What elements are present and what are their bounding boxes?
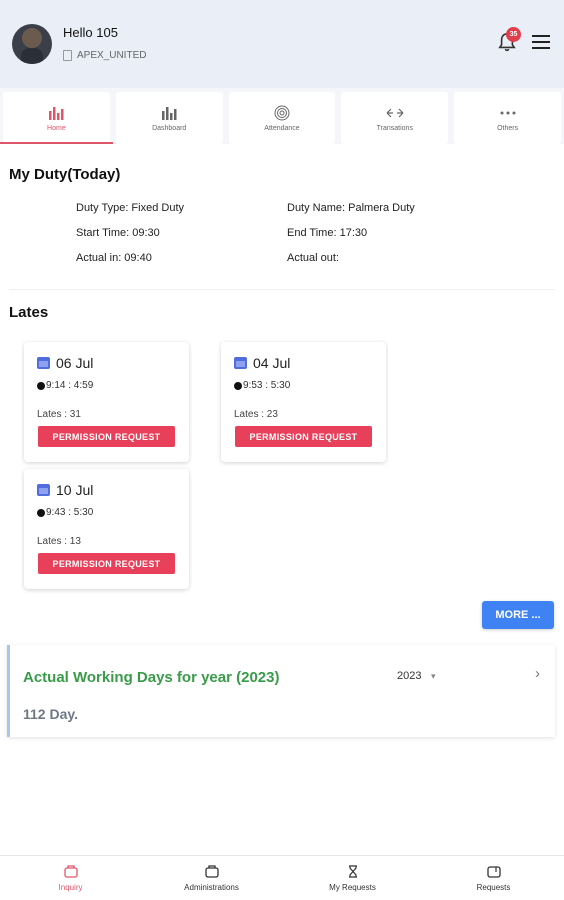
tab-transations[interactable]: Transations bbox=[341, 92, 449, 144]
permission-request-button[interactable]: PERMISSION REQUEST bbox=[235, 426, 372, 447]
calendar-icon bbox=[37, 484, 50, 496]
permission-request-button[interactable]: PERMISSION REQUEST bbox=[38, 426, 175, 447]
nav-label: My Requests bbox=[329, 882, 376, 892]
clock-icon bbox=[37, 382, 45, 390]
organization-row: APEX_UNITED bbox=[63, 50, 146, 61]
transfer-arrows-icon bbox=[386, 108, 404, 117]
late-minutes: Lates : 31 bbox=[37, 409, 81, 420]
working-days-value: 112 Day. bbox=[23, 706, 79, 722]
nav-administrations[interactable]: Administrations bbox=[141, 856, 282, 900]
tab-label: Dashboard bbox=[152, 124, 187, 132]
caret-down-icon[interactable]: ▾ bbox=[431, 671, 436, 682]
working-days-card[interactable]: Actual Working Days for year (2023) 2023… bbox=[7, 645, 555, 737]
tab-others[interactable]: Others bbox=[454, 92, 561, 144]
building-icon bbox=[63, 50, 72, 61]
tab-label: Home bbox=[47, 124, 66, 132]
nav-label: Administrations bbox=[184, 882, 239, 892]
late-time: 9:43 : 5:30 bbox=[46, 507, 94, 518]
bar-chart-icon bbox=[49, 106, 64, 120]
briefcase-icon bbox=[204, 864, 219, 878]
bottom-nav: Inquiry Administrations My Requests Requ… bbox=[0, 855, 564, 900]
duty-type: Duty Type: Fixed Duty bbox=[76, 202, 185, 214]
avatar[interactable] bbox=[12, 24, 52, 64]
lates-section-title: Lates bbox=[9, 304, 49, 321]
top-tabs: Home Dashboard Attendance Transations Ot… bbox=[0, 88, 564, 144]
nav-requests[interactable]: Requests bbox=[423, 856, 564, 900]
late-time: 9:14 : 4:59 bbox=[46, 380, 94, 391]
late-card: 04 Jul 9:53 : 5:30 Lates : 23 PERMISSION… bbox=[221, 342, 386, 462]
tab-label: Others bbox=[497, 124, 519, 132]
start-time: Start Time: 09:30 bbox=[76, 227, 160, 239]
late-time: 9:53 : 5:30 bbox=[243, 380, 291, 391]
late-date: 04 Jul bbox=[253, 355, 291, 371]
duty-section-title: My Duty(Today) bbox=[9, 166, 121, 183]
actual-in: Actual in: 09:40 bbox=[76, 252, 152, 264]
permission-request-button[interactable]: PERMISSION REQUEST bbox=[38, 553, 175, 574]
bar-chart-icon bbox=[162, 106, 177, 120]
tab-attendance[interactable]: Attendance bbox=[228, 92, 336, 144]
section-divider bbox=[9, 289, 555, 290]
fingerprint-icon bbox=[274, 105, 290, 120]
late-minutes: Lates : 13 bbox=[37, 536, 81, 547]
duty-name: Duty Name: Palmera Duty bbox=[287, 202, 415, 214]
late-date: 10 Jul bbox=[56, 482, 94, 498]
greeting-text: Hello 105 bbox=[63, 25, 118, 40]
working-days-title: Actual Working Days for year (2023) bbox=[23, 669, 280, 686]
nav-label: Inquiry bbox=[58, 882, 83, 892]
hourglass-icon bbox=[348, 864, 357, 878]
notification-badge[interactable]: 35 bbox=[506, 27, 521, 42]
tab-home[interactable]: Home bbox=[0, 92, 113, 144]
late-date: 06 Jul bbox=[56, 355, 94, 371]
chevron-right-icon[interactable]: › bbox=[535, 665, 540, 682]
hamburger-menu-icon[interactable] bbox=[532, 35, 550, 49]
inquiry-icon bbox=[63, 864, 78, 878]
nav-my-requests[interactable]: My Requests bbox=[282, 856, 423, 900]
more-dots-icon bbox=[500, 111, 516, 114]
year-select[interactable]: 2023 bbox=[397, 670, 421, 682]
end-time: End Time: 17:30 bbox=[287, 227, 368, 239]
wallet-icon bbox=[486, 865, 501, 878]
app-header: Hello 105 APEX_UNITED 35 bbox=[0, 0, 564, 88]
more-button[interactable]: MORE ... bbox=[482, 601, 554, 629]
nav-label: Requests bbox=[476, 882, 511, 892]
tab-dashboard[interactable]: Dashboard bbox=[115, 92, 223, 144]
tab-label: Transations bbox=[376, 124, 413, 132]
late-card: 06 Jul 9:14 : 4:59 Lates : 31 PERMISSION… bbox=[24, 342, 189, 462]
calendar-icon bbox=[37, 357, 50, 369]
tab-label: Attendance bbox=[264, 124, 300, 132]
clock-icon bbox=[37, 509, 45, 517]
organization-name: APEX_UNITED bbox=[77, 50, 147, 61]
nav-inquiry[interactable]: Inquiry bbox=[0, 856, 141, 900]
late-card: 10 Jul 9:43 : 5:30 Lates : 13 PERMISSION… bbox=[24, 469, 189, 589]
late-minutes: Lates : 23 bbox=[234, 409, 278, 420]
calendar-icon bbox=[234, 357, 247, 369]
clock-icon bbox=[234, 382, 242, 390]
actual-out: Actual out: bbox=[287, 252, 339, 264]
